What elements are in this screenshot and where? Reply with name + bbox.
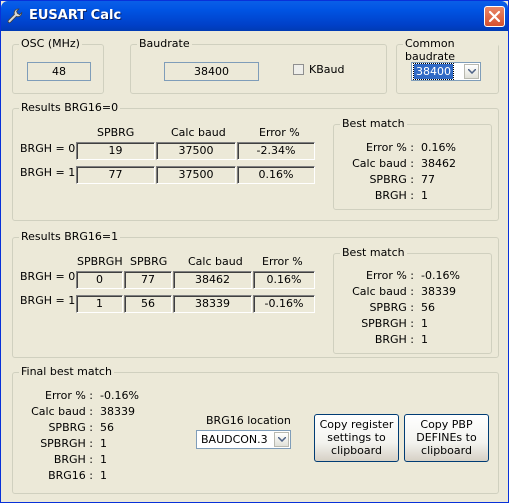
copy-pbp-label: Copy PBP DEFINEs to clipboard: [416, 418, 477, 457]
spbrg-cell: 56: [124, 295, 172, 313]
final-value: 56: [100, 421, 114, 434]
brg16-location-select[interactable]: BAUDCON.3: [196, 430, 291, 449]
best-match-1-group: Best match Error % : -0.16% Calc baud : …: [333, 246, 492, 354]
final-best-match-label: Final best match: [19, 365, 114, 378]
row-label: BRGH = 1: [20, 294, 76, 307]
header-spbrgh: SPBRGH: [77, 255, 123, 268]
row-label: BRGH = 0: [20, 142, 76, 155]
best-value: 38462: [421, 157, 456, 170]
best-value: 1: [421, 317, 428, 330]
results-brg16-1-group: Results BRG16=1 SPBRGH SPBRG Calc baud E…: [12, 230, 499, 358]
calc-baud-cell: 37500: [156, 166, 236, 184]
results-brg16-0-group: Results BRG16=0 SPBRG Calc baud Error % …: [12, 101, 499, 221]
final-best-match-group: Final best match Error % : -0.16% Calc b…: [12, 365, 499, 494]
kbaud-checkbox[interactable]: [293, 64, 304, 75]
results-brg16-0-label: Results BRG16=0: [19, 101, 121, 114]
best-key: SPBRG :: [369, 173, 414, 186]
header-calc-baud: Calc baud: [188, 255, 243, 268]
common-baudrate-group: Common baudrate 38400: [396, 37, 499, 94]
best-key: BRGH :: [374, 333, 414, 346]
spbrgh-cell: 0: [76, 271, 123, 289]
final-key: BRG16 :: [48, 469, 93, 482]
error-cell: 0.16%: [253, 271, 315, 289]
best-key: Calc baud :: [352, 285, 414, 298]
header-error: Error %: [262, 255, 303, 268]
baudrate-group: Baudrate 38400 KBaud: [130, 37, 387, 94]
app-window: EUSART Calc OSC (MHz) 48 Baudrate 38400 …: [0, 0, 509, 503]
calc-baud-cell: 38462: [173, 271, 252, 289]
spbrg-cell: 77: [124, 271, 172, 289]
spbrgh-cell: 1: [76, 295, 123, 313]
wrench-icon: [7, 8, 23, 24]
best-match-1-label: Best match: [340, 246, 407, 259]
best-key: Error % :: [366, 141, 414, 154]
common-baudrate-value: 38400: [413, 63, 454, 80]
chevron-down-icon[interactable]: [274, 432, 289, 447]
close-button[interactable]: [484, 6, 505, 27]
best-value: 0.16%: [421, 141, 456, 154]
results-brg16-1-label: Results BRG16=1: [19, 230, 121, 243]
spbrg-cell: 77: [76, 166, 155, 184]
header-spbrg: SPBRG: [97, 126, 135, 139]
osc-label: OSC (MHz): [19, 37, 82, 50]
final-value: 1: [100, 469, 107, 482]
chevron-down-icon[interactable]: [464, 64, 479, 79]
common-baudrate-select[interactable]: 38400: [411, 62, 481, 81]
final-key: Error % :: [45, 389, 93, 402]
brg16-location-label: BRG16 location: [206, 414, 291, 427]
header-error: Error %: [259, 126, 300, 139]
baudrate-label: Baudrate: [137, 37, 192, 50]
best-key: Error % :: [366, 269, 414, 282]
osc-field[interactable]: 48: [27, 62, 91, 81]
best-match-0-label: Best match: [340, 117, 407, 130]
error-cell: -2.34%: [237, 142, 315, 160]
final-key: BRGH :: [53, 453, 93, 466]
kbaud-label: KBaud: [309, 63, 345, 76]
best-value: 38339: [421, 285, 456, 298]
header-calc-baud: Calc baud: [171, 126, 226, 139]
final-key: SPBRG :: [48, 421, 93, 434]
final-value: 1: [100, 437, 107, 450]
row-label: BRGH = 0: [20, 270, 76, 283]
copy-pbp-button[interactable]: Copy PBP DEFINEs to clipboard: [404, 414, 489, 462]
best-value: -0.16%: [421, 269, 460, 282]
header-spbrg: SPBRG: [130, 255, 168, 268]
baudrate-field[interactable]: 38400: [164, 62, 259, 81]
common-baudrate-label: Common baudrate: [403, 37, 498, 63]
error-cell: -0.16%: [253, 295, 315, 313]
error-cell: 0.16%: [237, 166, 315, 184]
spbrg-cell: 19: [76, 142, 155, 160]
calc-baud-cell: 37500: [156, 142, 236, 160]
copy-register-button[interactable]: Copy register settings to clipboard: [314, 414, 399, 462]
final-key: SPBRGH :: [40, 437, 93, 450]
best-key: SPBRG :: [369, 301, 414, 314]
best-key: SPBRGH :: [361, 317, 414, 330]
brg16-location-value: BAUDCON.3: [201, 433, 268, 446]
final-value: 38339: [100, 405, 135, 418]
copy-register-label: Copy register settings to clipboard: [319, 418, 394, 457]
final-value: 1: [100, 453, 107, 466]
best-value: 56: [421, 301, 435, 314]
window-title: EUSART Calc: [29, 8, 122, 23]
calc-baud-cell: 38339: [173, 295, 252, 313]
best-value: 1: [421, 333, 428, 346]
best-match-0-group: Best match Error % : 0.16% Calc baud : 3…: [333, 117, 492, 210]
best-value: 77: [421, 173, 435, 186]
row-label: BRGH = 1: [20, 166, 76, 179]
best-value: 1: [421, 189, 428, 202]
best-key: Calc baud :: [352, 157, 414, 170]
title-bar[interactable]: EUSART Calc: [1, 1, 508, 31]
osc-group: OSC (MHz) 48: [12, 37, 104, 94]
final-value: -0.16%: [100, 389, 139, 402]
final-key: Calc baud :: [31, 405, 93, 418]
best-key: BRGH :: [374, 189, 414, 202]
